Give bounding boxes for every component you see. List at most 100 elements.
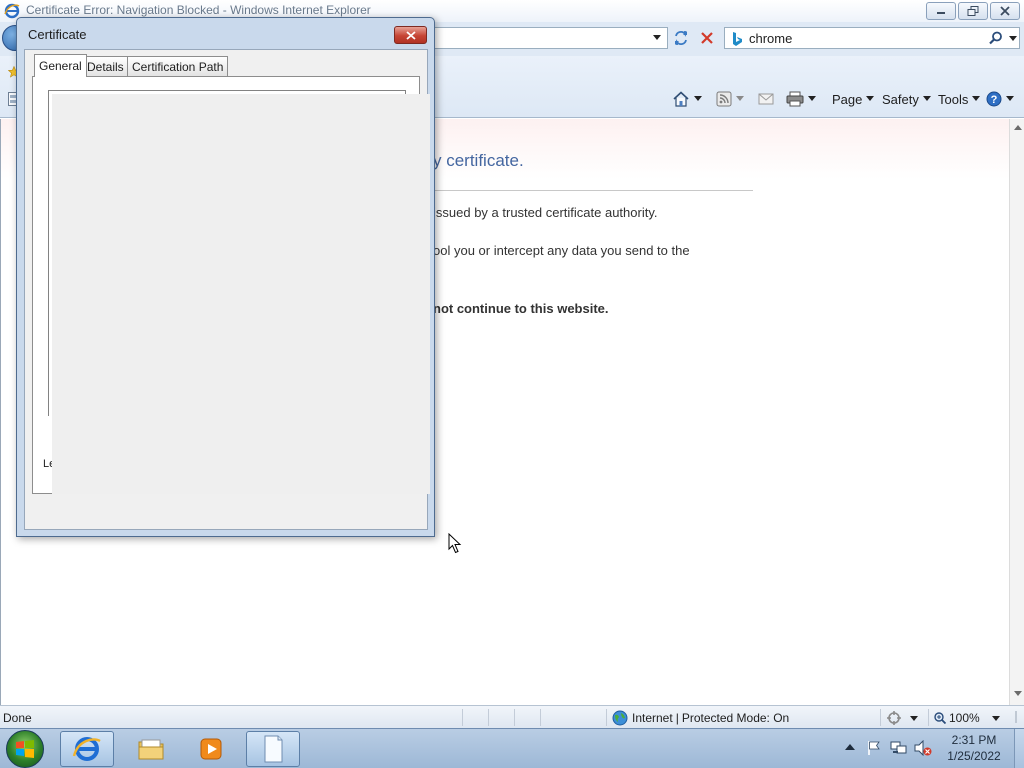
window-close-button[interactable] [990,2,1020,20]
help-icon: ? [986,91,1002,107]
windows-logo-icon [16,740,34,758]
chevron-down-icon [1006,96,1014,101]
status-divider [540,709,541,726]
refresh-icon[interactable] [672,29,690,47]
zone-label: Internet | Protected Mode: On [632,711,789,725]
start-button[interactable] [6,730,44,768]
feeds-icon [716,91,732,107]
chevron-down-icon[interactable] [992,716,1000,722]
error-recommendation: not continue to this website. [433,301,609,316]
heading-divider [433,190,753,191]
resize-grip-icon[interactable] [1010,710,1022,724]
manage-add-ons-icon[interactable] [886,711,902,725]
zoom-icon [934,711,946,724]
chevron-down-icon [866,96,875,101]
tab-details[interactable]: Details [82,56,129,76]
unrendered-dialog-area [52,94,430,494]
status-divider [462,709,463,726]
clock-date: 1/25/2022 [947,749,1001,763]
tools-menu-label: Tools [938,91,969,107]
search-icon[interactable] [989,31,1003,45]
taskbar-internet-explorer-button[interactable] [60,731,114,767]
certificate-dialog: Certificate General Details Certificatio… [16,17,435,537]
taskbar-windows-explorer-button[interactable] [124,731,178,767]
scroll-down-icon[interactable] [1014,691,1022,697]
status-text: Done [3,711,32,725]
tools-menu[interactable]: Tools [938,90,981,108]
status-divider [928,709,929,726]
vertical-scrollbar[interactable] [1009,119,1024,705]
dialog-close-button[interactable] [394,26,427,44]
ie-icon [4,3,20,19]
restore-icon [967,6,979,16]
print-icon [786,91,804,107]
folder-icon [138,739,164,760]
action-center-flag-icon[interactable] [866,740,882,756]
bing-icon [733,32,742,46]
minimize-button[interactable] [926,2,956,20]
chevron-down-icon [736,96,744,101]
clock-time: 2:31 PM [951,733,997,747]
ie-icon [72,737,101,761]
general-tab-panel: Le [32,76,430,494]
status-divider [514,709,515,726]
chevron-down-icon[interactable] [1009,34,1017,42]
window-title: Certificate Error: Navigation Blocked - … [26,3,371,17]
safety-menu[interactable]: Safety [882,90,931,108]
protected-mode-label: Protected Mode: On [681,710,790,725]
feeds-button[interactable] [716,90,752,108]
taskbar-clock[interactable]: 2:31 PM 1/25/2022 [936,733,1012,763]
globe-icon [612,710,628,725]
chevron-down-icon[interactable] [910,716,918,722]
chevron-down-icon [694,96,702,101]
mouse-cursor-icon [448,533,462,554]
close-icon [1000,6,1010,16]
status-divider [488,709,489,726]
document-icon [264,735,283,763]
chevron-down-icon [808,96,816,101]
search-input[interactable] [749,30,969,46]
zone-name: Internet [632,710,673,725]
page-menu-label: Page [832,91,863,107]
home-icon [673,91,689,107]
taskbar-media-player-button[interactable] [184,731,238,767]
chevron-down-icon [922,96,931,101]
zone-separator: | [675,710,679,725]
tab-general[interactable]: General [34,54,87,77]
show-hidden-icons-icon[interactable] [845,743,855,751]
show-desktop-button[interactable] [1014,729,1024,768]
chevron-down-icon [972,96,981,101]
chevron-down-icon[interactable] [652,32,662,42]
media-player-icon [200,738,222,760]
home-button[interactable] [672,90,708,108]
learn-more-link[interactable]: Le [43,458,52,470]
tab-certification-path[interactable]: Certification Path [127,56,229,76]
taskbar: 2:31 PM 1/25/2022 [0,728,1024,768]
print-button[interactable] [786,90,822,108]
svg-text:?: ? [991,94,998,106]
safety-menu-label: Safety [882,91,919,107]
network-icon[interactable] [890,740,908,756]
volume-muted-icon[interactable] [914,740,932,756]
search-box[interactable] [724,27,1020,49]
page-menu[interactable]: Page [832,90,875,108]
read-mail-icon [758,93,774,105]
error-explanation: issued by a trusted certificate authorit… [433,205,658,220]
dialog-body: General Details Certification Path Le [24,49,430,530]
scroll-up-icon[interactable] [1014,125,1022,131]
taskbar-document-button[interactable] [246,731,300,767]
status-divider [606,709,607,726]
read-mail-button[interactable] [758,90,776,108]
dialog-title: Certificate [28,27,87,42]
stop-icon[interactable] [698,29,716,47]
security-zone[interactable]: Internet | Protected Mode: On [612,709,789,726]
help-menu[interactable]: ? [986,90,1014,108]
error-heading: y certificate. [433,151,524,170]
zoom-control[interactable]: 100% [934,709,980,726]
error-explanation: ool you or intercept any data you send t… [433,243,690,258]
status-bar: Done Internet | Protected Mode: On 100% [0,705,1024,728]
restore-button[interactable] [958,2,988,20]
zoom-level: 100% [949,710,980,725]
close-icon [405,30,416,40]
minimize-icon [937,12,945,14]
